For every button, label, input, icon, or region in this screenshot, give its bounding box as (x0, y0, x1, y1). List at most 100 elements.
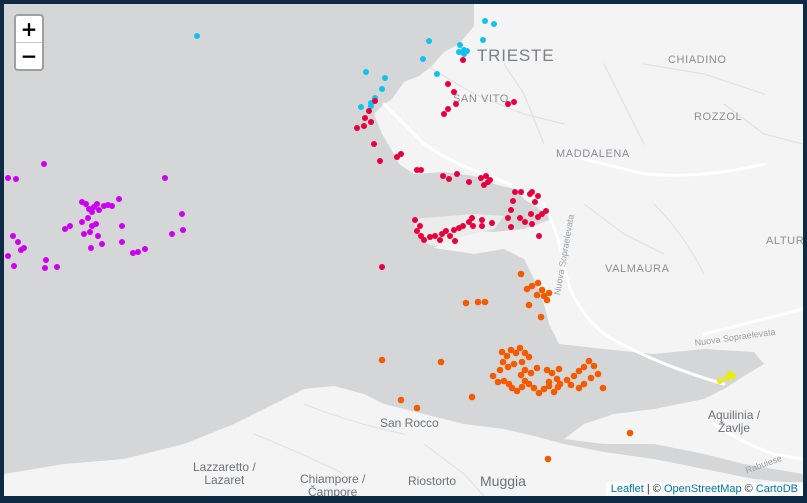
crimson-marker[interactable] (508, 207, 514, 213)
crimson-marker[interactable] (447, 233, 453, 239)
cyan-marker[interactable] (420, 56, 426, 62)
purple-marker[interactable] (5, 175, 11, 181)
orange-marker[interactable] (462, 299, 470, 307)
crimson-marker[interactable] (427, 234, 433, 240)
purple-marker[interactable] (13, 176, 19, 182)
crimson-marker[interactable] (361, 123, 367, 129)
cyan-marker[interactable] (457, 42, 463, 48)
orange-marker[interactable] (525, 353, 533, 361)
crimson-marker[interactable] (470, 223, 476, 229)
cyan-marker[interactable] (480, 37, 486, 43)
crimson-marker[interactable] (518, 189, 524, 195)
zoom-in-button[interactable]: + (16, 16, 42, 42)
crimson-marker[interactable] (460, 223, 466, 229)
crimson-marker[interactable] (454, 171, 460, 177)
purple-marker[interactable] (41, 161, 47, 167)
orange-marker[interactable] (580, 363, 588, 371)
orange-marker[interactable] (570, 372, 578, 380)
purple-marker[interactable] (15, 239, 21, 245)
orange-marker[interactable] (468, 393, 476, 401)
purple-marker[interactable] (169, 231, 175, 237)
cyan-marker[interactable] (482, 18, 488, 24)
cyan-marker[interactable] (194, 33, 200, 39)
crimson-marker[interactable] (452, 238, 458, 244)
leaflet-link[interactable]: Leaflet (611, 483, 644, 495)
crimson-marker[interactable] (412, 217, 418, 223)
orange-marker[interactable] (555, 365, 563, 373)
crimson-marker[interactable] (466, 179, 472, 185)
crimson-marker[interactable] (414, 228, 420, 234)
orange-marker[interactable] (575, 384, 583, 392)
purple-marker[interactable] (43, 257, 49, 263)
crimson-marker[interactable] (417, 223, 423, 229)
purple-marker[interactable] (95, 233, 101, 239)
crimson-marker[interactable] (487, 177, 493, 183)
crimson-marker[interactable] (441, 111, 447, 117)
purple-marker[interactable] (79, 219, 85, 225)
cyan-marker[interactable] (426, 38, 432, 44)
orange-marker[interactable] (510, 360, 518, 368)
crimson-marker[interactable] (445, 81, 451, 87)
crimson-marker[interactable] (479, 217, 485, 223)
orange-marker[interactable] (397, 396, 405, 404)
purple-marker[interactable] (42, 265, 48, 271)
crimson-marker[interactable] (529, 221, 535, 227)
purple-marker[interactable] (10, 233, 16, 239)
purple-marker[interactable] (85, 215, 91, 221)
orange-marker[interactable] (525, 301, 533, 309)
crimson-marker[interactable] (372, 98, 378, 104)
orange-marker[interactable] (494, 378, 502, 386)
purple-marker[interactable] (142, 246, 148, 252)
crimson-marker[interactable] (451, 89, 457, 95)
purple-marker[interactable] (119, 239, 125, 245)
orange-marker[interactable] (543, 296, 551, 304)
orange-marker[interactable] (530, 384, 538, 392)
crimson-marker[interactable] (440, 173, 446, 179)
crimson-marker[interactable] (432, 233, 438, 239)
purple-marker[interactable] (179, 211, 185, 217)
orange-marker[interactable] (594, 370, 602, 378)
purple-marker[interactable] (83, 201, 89, 207)
orange-marker[interactable] (518, 383, 526, 391)
crimson-marker[interactable] (527, 191, 533, 197)
purple-marker[interactable] (62, 226, 68, 232)
openstreetmap-link[interactable]: OpenStreetMap (664, 483, 742, 495)
purple-marker[interactable] (109, 203, 115, 209)
purple-marker[interactable] (135, 249, 141, 255)
crimson-marker[interactable] (536, 233, 542, 239)
yellow-marker[interactable] (730, 373, 736, 379)
crimson-marker[interactable] (522, 219, 528, 225)
orange-marker[interactable] (481, 298, 489, 306)
crimson-marker[interactable] (437, 237, 443, 243)
crimson-marker[interactable] (543, 208, 549, 214)
crimson-marker[interactable] (446, 176, 452, 182)
purple-marker[interactable] (130, 250, 136, 256)
orange-marker[interactable] (413, 404, 421, 412)
orange-marker[interactable] (545, 289, 553, 297)
orange-marker[interactable] (590, 362, 598, 370)
orange-marker[interactable] (516, 344, 524, 352)
crimson-marker[interactable] (517, 215, 523, 221)
purple-marker[interactable] (162, 175, 168, 181)
orange-marker[interactable] (499, 358, 507, 366)
orange-marker[interactable] (544, 455, 552, 463)
map-view[interactable]: TRIESTE CHIADINO SAN VITO ROZZOL MADDALE… (4, 4, 803, 496)
orange-marker[interactable] (534, 279, 542, 287)
orange-marker[interactable] (599, 384, 607, 392)
crimson-marker[interactable] (511, 99, 517, 105)
orange-marker[interactable] (543, 366, 551, 374)
purple-marker[interactable] (180, 227, 186, 233)
purple-marker[interactable] (93, 221, 99, 227)
orange-marker[interactable] (518, 358, 526, 366)
crimson-marker[interactable] (532, 199, 538, 205)
purple-marker[interactable] (11, 263, 17, 269)
orange-marker[interactable] (517, 270, 525, 278)
orange-marker[interactable] (533, 364, 541, 372)
cyan-marker[interactable] (456, 49, 462, 55)
orange-marker[interactable] (527, 369, 535, 377)
crimson-marker[interactable] (510, 198, 516, 204)
purple-marker[interactable] (94, 201, 100, 207)
crimson-marker[interactable] (489, 220, 495, 226)
cyan-marker[interactable] (491, 21, 497, 27)
cyan-marker[interactable] (358, 104, 364, 110)
